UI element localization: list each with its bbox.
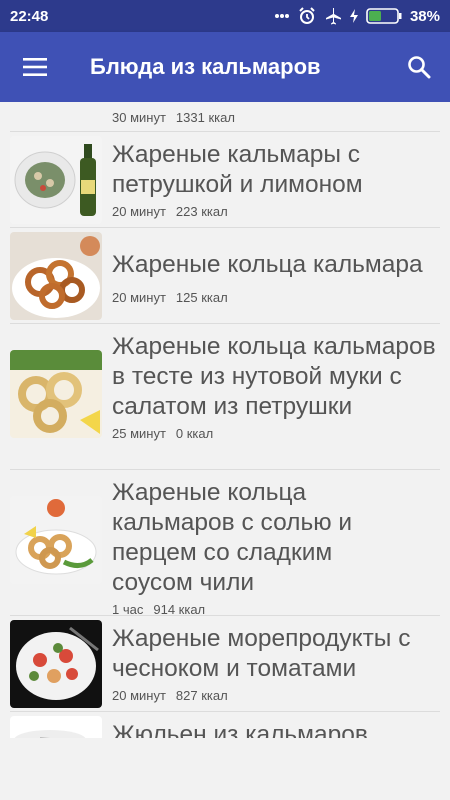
more-dots-icon — [274, 14, 289, 18]
recipe-name: Жареные кольца кальмаров в тесте из нуто… — [112, 333, 436, 420]
list-item[interactable]: 30 минут 1331 ккал — [10, 102, 440, 132]
list-item[interactable]: Жареные кольца кальмара 20 минут 125 ккал — [10, 228, 440, 324]
airplane-icon — [325, 8, 341, 25]
recipe-kcal: 914 ккал — [153, 602, 206, 617]
recipe-kcal: 1331 ккал — [175, 110, 235, 125]
menu-button[interactable] — [0, 32, 70, 102]
recipe-kcal: 827 ккал — [175, 688, 228, 703]
recipe-list[interactable]: 30 минут 1331 ккал Жареные кальмары с пет… — [0, 102, 450, 738]
recipe-thumbnail — [10, 350, 102, 438]
recipe-name: Жареные кальмары с петрушкой и лимоном — [112, 141, 363, 198]
status-icons: 38% — [274, 7, 440, 25]
recipe-meta: 20 минут 125 ккал — [112, 290, 423, 305]
battery-icon — [366, 8, 402, 24]
list-item[interactable]: Жареные морепродукты с чесноком и томата… — [10, 616, 440, 712]
recipe-name: Жареные кольца кальмаров с солью и перце… — [112, 479, 353, 596]
search-button[interactable] — [388, 32, 450, 102]
status-bar: 22:48 38% — [0, 0, 450, 32]
recipe-name: Жюльен из кальмаров — [112, 721, 368, 738]
recipe-thumbnail — [10, 136, 102, 224]
search-icon — [408, 56, 431, 79]
hamburger-icon — [23, 58, 47, 76]
recipe-meta: 20 минут 223 ккал — [112, 204, 412, 219]
recipe-thumbnail — [10, 620, 102, 708]
recipe-thumbnail — [10, 232, 102, 320]
charging-icon — [349, 9, 358, 23]
list-item[interactable]: Жареные кальмары с петрушкой и лимоном 2… — [10, 132, 440, 228]
recipe-thumbnail — [10, 716, 102, 738]
list-item[interactable]: Жареные кольца кальмаров в тесте из нуто… — [10, 324, 440, 470]
recipe-meta: 1 час 914 ккал — [112, 602, 412, 617]
recipe-time: 1 час — [112, 602, 144, 617]
list-item[interactable]: Жюльен из кальмаров — [10, 712, 440, 738]
recipe-kcal: 0 ккал — [175, 426, 214, 441]
alarm-icon — [299, 7, 315, 24]
recipe-thumbnail — [10, 496, 102, 584]
list-item[interactable]: Жареные кольца кальмаров с солью и перце… — [10, 470, 440, 617]
battery-percent: 38% — [409, 7, 440, 25]
page-title: Блюда из кальмаров — [90, 54, 321, 79]
recipe-kcal: 125 ккал — [175, 290, 228, 305]
recipe-name: Жареные морепродукты с чесноком и томата… — [112, 625, 411, 682]
recipe-time: 20 минут — [112, 688, 166, 703]
recipe-meta: 20 минут 827 ккал — [112, 688, 422, 703]
recipe-kcal: 223 ккал — [175, 204, 228, 219]
recipe-meta: 25 минут 0 ккал — [112, 426, 442, 441]
recipe-name: Жареные кольца кальмара — [112, 251, 423, 278]
recipe-time: 25 минут — [112, 426, 166, 441]
app-bar: Блюда из кальмаров — [0, 32, 450, 102]
recipe-time: 30 минут — [112, 110, 166, 125]
status-time: 22:48 — [10, 7, 49, 25]
recipe-time: 20 минут — [112, 290, 166, 305]
recipe-meta: 30 минут 1331 ккал — [112, 110, 235, 125]
recipe-time: 20 минут — [112, 204, 166, 219]
